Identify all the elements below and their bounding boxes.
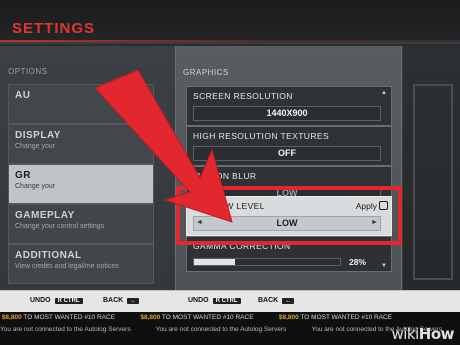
setting-shadow-level[interactable]: SHADOW LEVEL Apply LOW ◄ ► — [186, 196, 392, 236]
scroll-up-icon[interactable]: ▲ — [381, 90, 387, 96]
back-label: BACK — [103, 297, 124, 304]
option-sub: View credits and legal/me notices — [15, 263, 119, 270]
gamma-slider[interactable] — [193, 258, 341, 266]
apply-key-icon[interactable] — [379, 201, 388, 210]
setting-label: MOTION BLUR — [193, 171, 257, 181]
scroll-down-icon[interactable]: ▼ — [381, 263, 387, 269]
undo-control-graphics[interactable]: UNDO R CTRL — [188, 297, 241, 304]
setting-value: LOW — [193, 216, 381, 231]
gamma-value: 28% — [349, 257, 367, 267]
setting-gamma-correction[interactable]: GAMMA CORRECTION 28% ▼ — [186, 236, 392, 272]
ticker-amount: $8,800 — [278, 314, 299, 321]
ticker-message: TO MOST WANTED #10 RACE — [300, 314, 393, 321]
options-header: OPTIONS — [8, 67, 48, 76]
undo-control[interactable]: UNDO R CTRL — [30, 297, 83, 304]
watermark-how: How — [418, 325, 455, 343]
ticker-amount: $8,800 — [1, 314, 22, 321]
setting-value: OFF — [193, 146, 381, 161]
header-bar: SETTINGS — [0, 0, 460, 44]
arrow-left-icon[interactable]: ◄ — [196, 219, 203, 226]
option-title: DISPLAY — [15, 130, 61, 141]
page-title: SETTINGS — [12, 20, 96, 37]
option-display[interactable]: DISPLAY Change your — [8, 124, 154, 164]
back-key: ← — [282, 298, 295, 304]
undo-key: R CTRL — [54, 298, 83, 304]
setting-label: SHADOW LEVEL — [193, 201, 265, 211]
option-sub: Change your — [15, 183, 56, 190]
ticker-row: $8,800 TO MOST WANTED #10 RACE $8,800 TO… — [0, 312, 460, 323]
option-additional[interactable]: ADDITIONAL View credits and legal/me not… — [8, 244, 154, 284]
setting-value: 1440X900 — [193, 106, 381, 121]
option-title: ADDITIONAL — [15, 250, 82, 261]
ticker-message: TO MOST WANTED #10 RACE — [161, 314, 254, 321]
ticker-server-message: You are not connected to the Autolog Ser… — [155, 326, 287, 333]
graphics-header: GRAPHICS — [183, 68, 229, 77]
footer-controls: UNDO R CTRL BACK ← UNDO R CTRL BACK ← — [0, 290, 460, 312]
header-divider — [0, 40, 460, 42]
option-gameplay[interactable]: GAMEPLAY Change your control settings — [8, 204, 154, 244]
ticker-amount: $8,800 — [140, 314, 161, 321]
apply-label[interactable]: Apply — [356, 201, 377, 211]
undo-label: UNDO — [188, 297, 209, 304]
back-control-graphics[interactable]: BACK ← — [258, 297, 295, 304]
setting-label: SCREEN RESOLUTION — [193, 91, 293, 101]
option-sub: Change your control settings — [15, 223, 105, 230]
ticker-server-message: You are not connected to the Autolog Ser… — [0, 326, 131, 333]
option-title: GAMEPLAY — [15, 210, 75, 221]
right-panel-frame — [413, 84, 453, 280]
watermark-wiki: wiki — [391, 325, 419, 343]
ticker-message: TO MOST WANTED #10 RACE — [23, 314, 116, 321]
option-sub: Change your — [15, 143, 56, 150]
back-control[interactable]: BACK ← — [103, 297, 140, 304]
arrow-right-icon[interactable]: ► — [371, 219, 378, 226]
setting-screen-resolution[interactable]: SCREEN RESOLUTION ▲ 1440X900 — [186, 86, 392, 126]
setting-label: HIGH RESOLUTION TEXTURES — [193, 131, 330, 141]
option-graphics[interactable]: GR Change your — [8, 164, 154, 204]
gamma-slider-fill — [194, 259, 235, 265]
right-panel — [403, 46, 460, 290]
undo-label: UNDO — [30, 297, 51, 304]
setting-high-res-textures[interactable]: HIGH RESOLUTION TEXTURES OFF — [186, 126, 392, 166]
undo-key: R CTRL — [212, 298, 241, 304]
option-title: AU — [15, 90, 31, 101]
wikihow-logo: wikiHow — [391, 325, 454, 343]
option-audio[interactable]: AU — [8, 84, 154, 124]
back-label: BACK — [258, 297, 279, 304]
back-key: ← — [127, 298, 140, 304]
option-title: GR — [15, 170, 31, 181]
setting-label: GAMMA CORRECTION — [193, 241, 291, 251]
